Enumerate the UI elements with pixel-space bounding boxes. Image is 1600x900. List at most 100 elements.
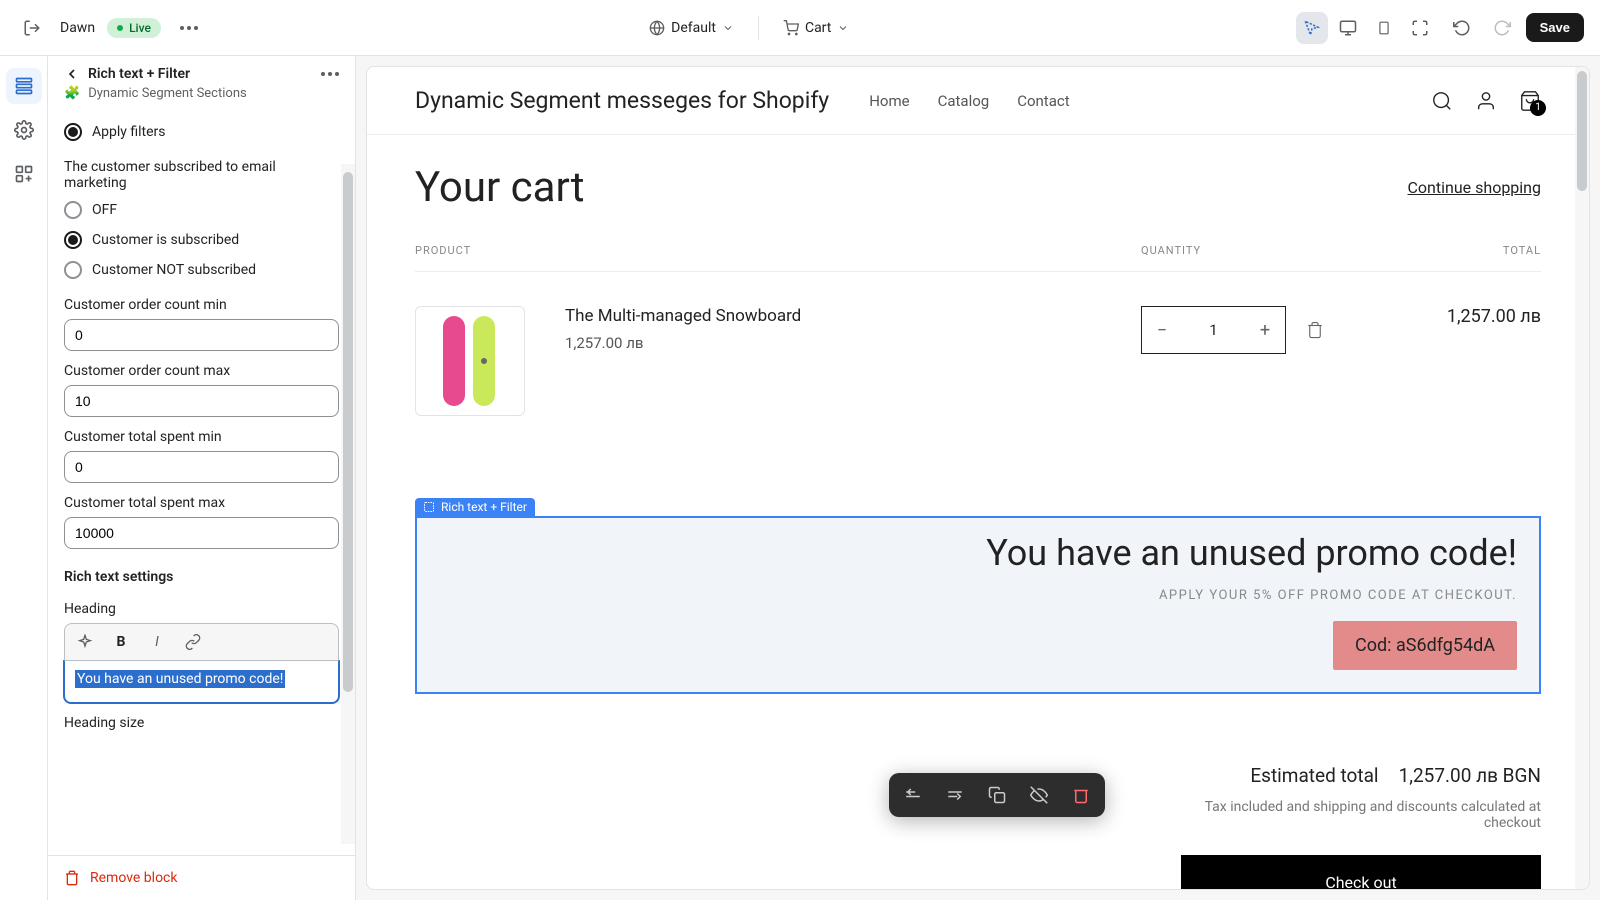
more-menu-button[interactable] xyxy=(173,12,205,44)
topbar-right: Save xyxy=(1294,10,1584,46)
trash-icon xyxy=(64,870,80,886)
live-badge: Live xyxy=(107,18,161,38)
pv-brand: Dynamic Segment messeges for Shopify xyxy=(415,87,829,114)
promo-sub: APPLY YOUR 5% OFF PROMO CODE AT CHECKOUT… xyxy=(439,588,1517,603)
sidebar-title: Rich text + Filter xyxy=(88,66,313,82)
qty-value: 1 xyxy=(1182,321,1245,339)
sidebar-scroll[interactable]: Apply filters The customer subscribed to… xyxy=(48,109,355,855)
preview-inner[interactable]: Dynamic Segment messeges for Shopify Hom… xyxy=(367,67,1589,889)
remove-block-button[interactable]: Remove block xyxy=(48,855,355,900)
rich-text-heading: Rich text settings xyxy=(64,549,339,589)
inspector-button[interactable] xyxy=(1296,12,1328,44)
sidebar: Rich text + Filter 🧩 Dynamic Segment Sec… xyxy=(48,56,356,900)
undo-button[interactable] xyxy=(1446,12,1478,44)
exit-editor-button[interactable] xyxy=(16,12,48,44)
apps-rail-button[interactable] xyxy=(6,156,42,192)
rt-ai-button[interactable] xyxy=(73,630,97,654)
promo-code: Cod: aS6dfg54dA xyxy=(1333,621,1517,670)
mobile-view-button[interactable] xyxy=(1368,12,1400,44)
continue-shopping-link[interactable]: Continue shopping xyxy=(1408,178,1541,197)
spent-max-input[interactable] xyxy=(64,517,339,549)
pv-header-right: 1 xyxy=(1431,90,1541,112)
divider xyxy=(758,16,759,40)
user-icon[interactable] xyxy=(1475,90,1497,112)
ft-hide-button[interactable] xyxy=(1025,781,1053,809)
sidebar-more-button[interactable] xyxy=(321,72,339,76)
order-min-input[interactable] xyxy=(64,319,339,351)
ft-move-down-button[interactable] xyxy=(941,781,969,809)
order-max-label: Customer order count max xyxy=(64,351,339,385)
estimated-value: 1,257.00 лв BGN xyxy=(1399,764,1541,787)
float-toolbar xyxy=(889,773,1105,817)
viewport-select[interactable]: Default xyxy=(649,20,734,36)
opt-notsub-radio[interactable]: Customer NOT subscribed xyxy=(64,255,339,285)
rt-bold-button[interactable]: B xyxy=(109,630,133,654)
ft-duplicate-button[interactable] xyxy=(983,781,1011,809)
page-label: Cart xyxy=(805,20,831,36)
col-total: TOTAL xyxy=(1381,244,1541,257)
qty-plus-button[interactable]: + xyxy=(1245,307,1285,353)
sidebar-app-label: 🧩 Dynamic Segment Sections xyxy=(64,82,339,101)
ft-move-up-button[interactable] xyxy=(899,781,927,809)
product-qty: − 1 + xyxy=(1141,306,1381,354)
cart-icon xyxy=(783,20,799,36)
line-total: 1,257.00 лв xyxy=(1381,306,1541,327)
opt-sub-radio[interactable]: Customer is subscribed xyxy=(64,225,339,255)
pv-header: Dynamic Segment messeges for Shopify Hom… xyxy=(367,67,1589,135)
topbar-left: Dawn Live xyxy=(16,12,205,44)
fullscreen-button[interactable] xyxy=(1404,12,1436,44)
checkout-button[interactable]: Check out xyxy=(1181,855,1541,889)
rt-link-button[interactable] xyxy=(181,630,205,654)
spent-min-label: Customer total spent min xyxy=(64,417,339,451)
nav-home[interactable]: Home xyxy=(869,92,909,110)
tax-note: Tax included and shipping and discounts … xyxy=(1201,799,1541,831)
redo-button[interactable] xyxy=(1486,12,1518,44)
bag-icon[interactable]: 1 xyxy=(1519,90,1541,112)
desktop-view-button[interactable] xyxy=(1332,12,1364,44)
product-name: The Multi-managed Snowboard xyxy=(565,306,1141,326)
sidebar-header: Rich text + Filter 🧩 Dynamic Segment Sec… xyxy=(48,56,355,109)
cart-title-row: Your cart Continue shopping xyxy=(415,163,1541,212)
radio-icon xyxy=(64,123,82,141)
section-icon xyxy=(423,501,435,513)
topbar-center: Default Cart xyxy=(217,16,1282,40)
remove-item-button[interactable] xyxy=(1306,321,1324,339)
richtext-body[interactable]: You have an unused promo code! xyxy=(63,660,340,704)
promo-block[interactable]: Rich text + Filter You have an unused pr… xyxy=(415,516,1541,694)
spent-min-input[interactable] xyxy=(64,451,339,483)
promo-heading: You have an unused promo code! xyxy=(439,532,1517,574)
order-max-input[interactable] xyxy=(64,385,339,417)
nav-contact[interactable]: Contact xyxy=(1017,92,1069,110)
order-min-label: Customer order count min xyxy=(64,285,339,319)
product-price: 1,257.00 лв xyxy=(565,334,1141,352)
main: Rich text + Filter 🧩 Dynamic Segment Sec… xyxy=(0,56,1600,900)
product-image xyxy=(415,306,525,416)
sidebar-scrollbar[interactable] xyxy=(341,164,355,844)
sections-rail-button[interactable] xyxy=(6,68,42,104)
left-rail xyxy=(0,56,48,900)
email-group-label: The customer subscribed to email marketi… xyxy=(64,147,339,195)
cart-item: The Multi-managed Snowboard 1,257.00 лв … xyxy=(415,272,1541,456)
preview-wrap: Dynamic Segment messeges for Shopify Hom… xyxy=(356,56,1600,900)
col-qty: QUANTITY xyxy=(1141,244,1381,257)
chevron-down-icon xyxy=(722,22,734,34)
globe-icon xyxy=(649,20,665,36)
cart-header-row: PRODUCT QUANTITY TOTAL xyxy=(415,244,1541,272)
device-group xyxy=(1294,10,1438,46)
nav-catalog[interactable]: Catalog xyxy=(938,92,990,110)
save-button[interactable]: Save xyxy=(1526,13,1584,42)
pv-nav: Home Catalog Contact xyxy=(869,92,1069,110)
apply-filters-radio[interactable]: Apply filters xyxy=(64,117,339,147)
qty-minus-button[interactable]: − xyxy=(1142,307,1182,353)
topbar: Dawn Live Default Cart Save xyxy=(0,0,1600,56)
preview-scrollbar[interactable] xyxy=(1575,67,1589,889)
ft-delete-button[interactable] xyxy=(1067,781,1095,809)
back-button[interactable] xyxy=(64,66,80,82)
qty-box: − 1 + xyxy=(1141,306,1286,354)
search-icon[interactable] xyxy=(1431,90,1453,112)
settings-rail-button[interactable] xyxy=(6,112,42,148)
page-select[interactable]: Cart xyxy=(783,20,849,36)
spent-max-label: Customer total spent max xyxy=(64,483,339,517)
rt-italic-button[interactable]: I xyxy=(145,630,169,654)
opt-off-radio[interactable]: OFF xyxy=(64,195,339,225)
